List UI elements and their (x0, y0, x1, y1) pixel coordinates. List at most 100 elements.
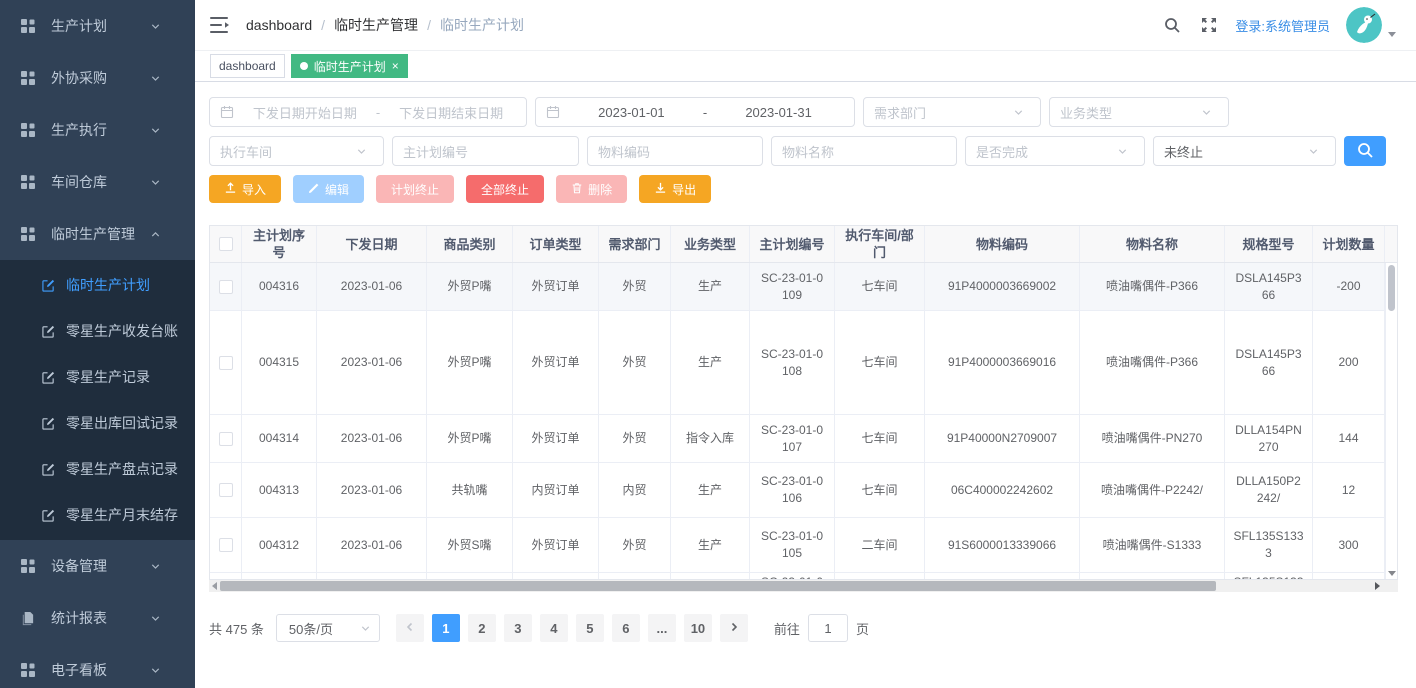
cell-qty (1313, 573, 1385, 580)
sidebar-item[interactable]: 生产计划 (0, 0, 195, 52)
search-icon[interactable] (1163, 16, 1181, 34)
cell-seq: 004314 (242, 415, 317, 462)
sidebar-item[interactable]: 设备管理 (0, 540, 195, 592)
导入-button[interactable]: 导入 (209, 175, 281, 203)
sidebar-item[interactable]: 临时生产管理 (0, 208, 195, 260)
cell-select (210, 463, 242, 517)
tab-dashboard[interactable]: dashboard (210, 54, 285, 78)
cell-biz_type: 生产 (671, 263, 750, 310)
select-业务类型[interactable]: 业务类型 (1049, 97, 1229, 127)
cell-date: 2023-01-06 (317, 263, 427, 310)
page-button-2[interactable]: 2 (468, 614, 496, 642)
tab-临时生产计划[interactable]: 临时生产计划× (291, 54, 408, 78)
input-物料编码[interactable]: 物料编码 (587, 136, 763, 166)
scroll-down-icon[interactable] (1388, 571, 1396, 576)
row-checkbox[interactable] (219, 538, 233, 552)
grid-icon (20, 226, 37, 242)
hamburger-icon[interactable] (210, 16, 230, 34)
submenu-item[interactable]: 零星出库回试记录 (0, 400, 195, 446)
next-page-button[interactable] (720, 614, 748, 642)
app: 生产计划外协采购生产执行车间仓库临时生产管理临时生产计划零星生产收发台账零星生产… (0, 0, 1416, 688)
button-label: 全部终止 (481, 181, 529, 198)
avatar[interactable] (1346, 7, 1382, 43)
select-all-checkbox[interactable] (219, 237, 233, 251)
row-checkbox[interactable] (219, 280, 233, 294)
page-size-select[interactable]: 50条/页 (276, 614, 380, 642)
计划终止-button[interactable]: 计划终止 (376, 175, 454, 203)
pagination-goto: 前往页 (774, 614, 869, 642)
page-button-6[interactable]: 6 (612, 614, 640, 642)
编辑-button[interactable]: 编辑 (293, 175, 364, 203)
page-button-1[interactable]: 1 (432, 614, 460, 642)
header-cell-category: 商品类别 (427, 226, 513, 262)
breadcrumb-item[interactable]: dashboard (246, 17, 312, 33)
fullscreen-icon[interactable] (1201, 17, 1217, 33)
page-button-4[interactable]: 4 (540, 614, 568, 642)
field-text: 需求部门 (874, 103, 926, 122)
grid-icon (20, 122, 37, 138)
scroll-right-icon[interactable] (1375, 582, 1380, 590)
grid-icon (20, 174, 37, 190)
input-主计划编号[interactable]: 主计划编号 (392, 136, 579, 166)
horizontal-scrollbar[interactable] (209, 580, 1398, 592)
cell-material_code (925, 573, 1080, 580)
row-checkbox[interactable] (219, 483, 233, 497)
submenu-item[interactable]: 零星生产记录 (0, 354, 195, 400)
search-icon (1356, 141, 1374, 162)
page-button-5[interactable]: 5 (576, 614, 604, 642)
grid-icon (20, 558, 37, 574)
row-checkbox[interactable] (219, 356, 233, 370)
cell-material_code: 91S6000013339066 (925, 518, 1080, 572)
cell-select (210, 518, 242, 572)
select-需求部门[interactable]: 需求部门 (863, 97, 1041, 127)
sidebar-item[interactable]: 生产执行 (0, 104, 195, 156)
caret-down-icon[interactable] (1388, 32, 1396, 37)
breadcrumb-item[interactable]: 临时生产管理 (334, 15, 418, 35)
sidebar-item[interactable]: 外协采购 (0, 52, 195, 104)
breadcrumb-item: 临时生产计划 (440, 15, 524, 35)
导出-button[interactable]: 导出 (639, 175, 711, 203)
select-未终止[interactable]: 未终止 (1153, 136, 1336, 166)
date-range-input[interactable]: 2023-01-01-2023-01-31 (535, 97, 855, 127)
cell-seq: 004316 (242, 263, 317, 310)
cell-seq: 004313 (242, 463, 317, 517)
table-body: 0043162023-01-06外贸P嘴外贸订单外贸生产SC-23-01-010… (210, 263, 1397, 580)
page-button-3[interactable]: 3 (504, 614, 532, 642)
page-button-10[interactable]: 10 (684, 614, 712, 642)
sidebar-item-label: 设备管理 (51, 556, 150, 576)
input-物料名称[interactable]: 物料名称 (771, 136, 957, 166)
goto-page-input[interactable] (808, 614, 848, 642)
submenu-item[interactable]: 零星生产月末结存 (0, 492, 195, 538)
select-是否完成[interactable]: 是否完成 (965, 136, 1145, 166)
submenu-item[interactable]: 零星生产盘点记录 (0, 446, 195, 492)
vertical-scrollbar[interactable] (1385, 263, 1397, 579)
prev-page-button[interactable] (396, 614, 424, 642)
date-range-input[interactable]: 下发日期开始日期-下发日期结束日期 (209, 97, 527, 127)
submenu-item[interactable]: 零星生产收发台账 (0, 308, 195, 354)
删除-button[interactable]: 删除 (556, 175, 627, 203)
submenu-item[interactable]: 临时生产计划 (0, 262, 195, 308)
edit-icon (42, 371, 55, 384)
全部终止-button[interactable]: 全部终止 (466, 175, 544, 203)
sidebar-submenu: 临时生产计划零星生产收发台账零星生产记录零星出库回试记录零星生产盘点记录零星生产… (0, 260, 195, 540)
button-label: 编辑 (325, 181, 349, 198)
date-start: 2023-01-01 (566, 105, 697, 120)
sidebar-item[interactable]: 统计报表 (0, 592, 195, 644)
cell-qty: 144 (1313, 415, 1385, 462)
cell-dept: 外贸 (599, 311, 671, 414)
calendar-icon (546, 105, 560, 119)
sidebar-item[interactable]: 车间仓库 (0, 156, 195, 208)
pagination-ellipsis[interactable]: ... (648, 614, 676, 642)
tab-close-icon[interactable]: × (392, 60, 399, 72)
horizontal-scrollbar-thumb[interactable] (220, 581, 1216, 591)
row-checkbox[interactable] (219, 432, 233, 446)
cell-plan_no: SC-23-01-0107 (750, 415, 835, 462)
search-button[interactable] (1344, 136, 1386, 166)
date-separator: - (697, 105, 713, 120)
scroll-left-icon[interactable] (212, 582, 217, 590)
header-cell-dept: 需求部门 (599, 226, 671, 262)
select-执行车间[interactable]: 执行车间 (209, 136, 384, 166)
vertical-scrollbar-thumb[interactable] (1388, 265, 1395, 311)
field-text: 未终止 (1164, 142, 1203, 161)
sidebar-item[interactable]: 电子看板 (0, 644, 195, 688)
